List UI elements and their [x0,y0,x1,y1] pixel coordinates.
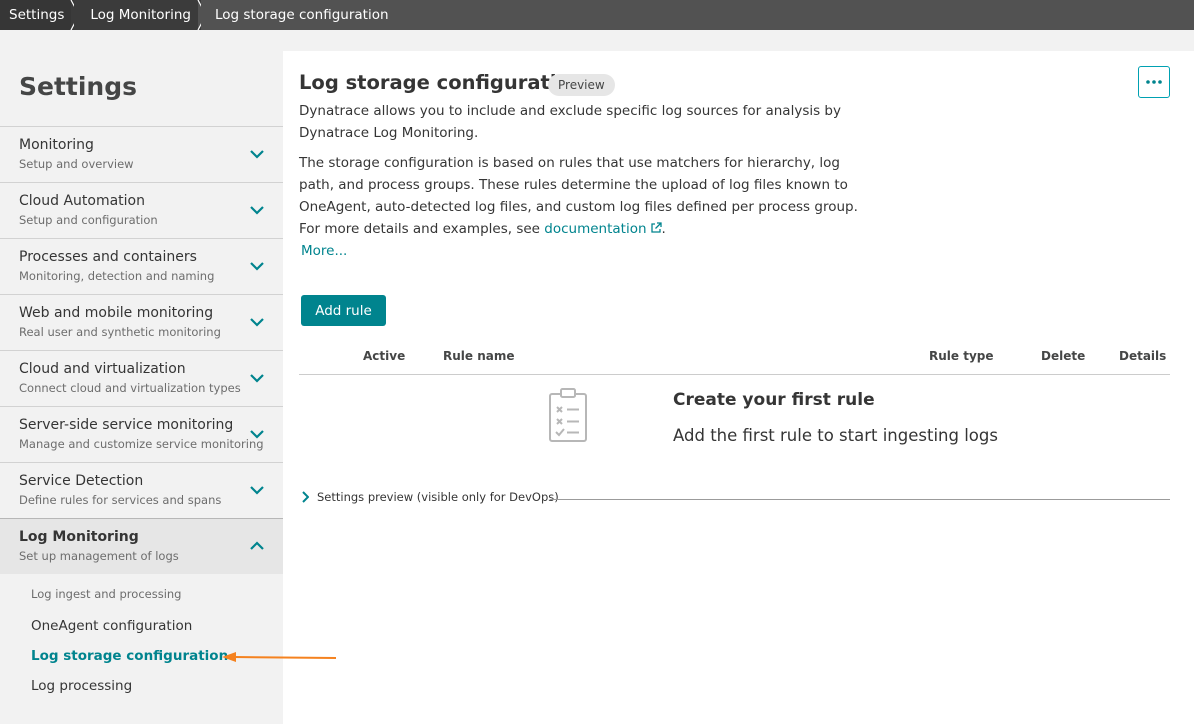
more-options-button[interactable] [1138,66,1170,98]
sidebar-item-cloud-automation[interactable]: Cloud Automation Setup and configuration [0,182,283,238]
breadcrumb-label: Settings [9,7,65,23]
sidebar-item-sublabel: Connect cloud and virtualization types [19,381,241,395]
empty-state-subtitle: Add the first rule to start ingesting lo… [673,426,998,445]
sidebar-item-sublabel: Real user and synthetic monitoring [19,325,221,339]
add-rule-button[interactable]: Add rule [301,295,386,326]
column-header-rule-name: Rule name [443,349,515,363]
sidebar-item-label: Processes and containers [19,249,197,265]
sidebar-item-label: Cloud and virtualization [19,361,186,377]
clipboard-checklist-icon [549,388,587,442]
sidebar-item-sublabel: Setup and configuration [19,213,158,227]
external-link-icon [650,222,662,233]
chevron-right-icon [302,491,309,503]
sidebar-item-label: Server-side service monitoring [19,417,234,433]
sidebar-item-sublabel: Monitoring, detection and naming [19,269,215,283]
documentation-link[interactable]: documentation [544,221,662,237]
chevron-down-icon[interactable] [249,429,265,439]
sidebar-title: Settings [19,72,138,101]
sidebar-item-label: Web and mobile monitoring [19,305,214,321]
subnav-header: Log ingest and processing [31,587,182,601]
rules-table-header: Active Rule name Rule type Delete Detail… [299,341,1170,375]
sidebar: Settings Monitoring Setup and overview C… [0,30,283,724]
column-header-active: Active [363,349,406,363]
breadcrumb-current: Log storage configuration [200,0,399,30]
subnav-link-log-processing[interactable]: Log processing [31,678,132,694]
more-horizontal-icon [1146,80,1162,84]
sidebar-item-label: Service Detection [19,473,144,489]
description-text: . [661,221,666,237]
sidebar-item-server-side[interactable]: Server-side service monitoring Manage an… [0,406,283,462]
sidebar-item-web-mobile[interactable]: Web and mobile monitoring Real user and … [0,294,283,350]
sidebar-item-service-detection[interactable]: Service Detection Define rules for servi… [0,462,283,518]
annotation-arrow-icon [222,652,337,662]
divider [550,499,1170,500]
chevron-down-icon[interactable] [249,317,265,327]
sidebar-item-label: Monitoring [19,137,94,153]
settings-preview-label: Settings preview (visible only for DevOp… [317,490,559,504]
column-header-details: Details [1119,349,1167,363]
sidebar-item-cloud-virtualization[interactable]: Cloud and virtualization Connect cloud a… [0,350,283,406]
column-header-delete: Delete [1041,349,1086,363]
sidebar-item-log-monitoring[interactable]: Log Monitoring Set up management of logs [0,518,283,574]
breadcrumb-log-monitoring[interactable]: Log Monitoring [74,0,201,30]
chevron-down-icon[interactable] [249,485,265,495]
breadcrumb-label: Log storage configuration [214,7,389,23]
documentation-link-label: documentation [544,221,647,237]
breadcrumb-settings[interactable]: Settings [0,0,75,30]
sidebar-item-processes-containers[interactable]: Processes and containers Monitoring, det… [0,238,283,294]
subnav-link-oneagent-configuration[interactable]: OneAgent configuration [31,618,192,634]
chevron-down-icon[interactable] [249,205,265,215]
main-panel: Log storage configuration Preview Dynatr… [283,51,1194,724]
preview-badge: Preview [548,74,615,96]
subnav-link-log-storage-configuration[interactable]: Log storage configuration [31,648,228,664]
chevron-down-icon[interactable] [249,373,265,383]
settings-preview-toggle[interactable]: Settings preview (visible only for DevOp… [301,490,559,504]
column-header-rule-type: Rule type [929,349,994,363]
page-title: Log storage configuration [299,71,584,94]
sidebar-item-sublabel: Set up management of logs [19,549,179,563]
chevron-down-icon[interactable] [249,261,265,271]
breadcrumb-label: Log Monitoring [90,7,191,23]
description-details: The storage configuration is based on ru… [299,152,879,240]
chevron-up-icon[interactable] [249,541,265,551]
sidebar-item-monitoring[interactable]: Monitoring Setup and overview [0,126,283,182]
sidebar-nav: Monitoring Setup and overview Cloud Auto… [0,126,283,574]
sidebar-item-sublabel: Setup and overview [19,157,134,171]
chevron-down-icon[interactable] [249,149,265,159]
breadcrumb: Settings Log Monitoring Log storage conf… [0,0,1194,30]
more-link[interactable]: More... [301,243,347,259]
sidebar-item-sublabel: Define rules for services and spans [19,493,222,507]
sidebar-item-label: Log Monitoring [19,529,139,545]
empty-state-title: Create your first rule [673,390,875,410]
sidebar-item-label: Cloud Automation [19,193,145,209]
description-intro: Dynatrace allows you to include and excl… [299,103,841,141]
sidebar-item-sublabel: Manage and customize service monitoring [19,437,264,451]
